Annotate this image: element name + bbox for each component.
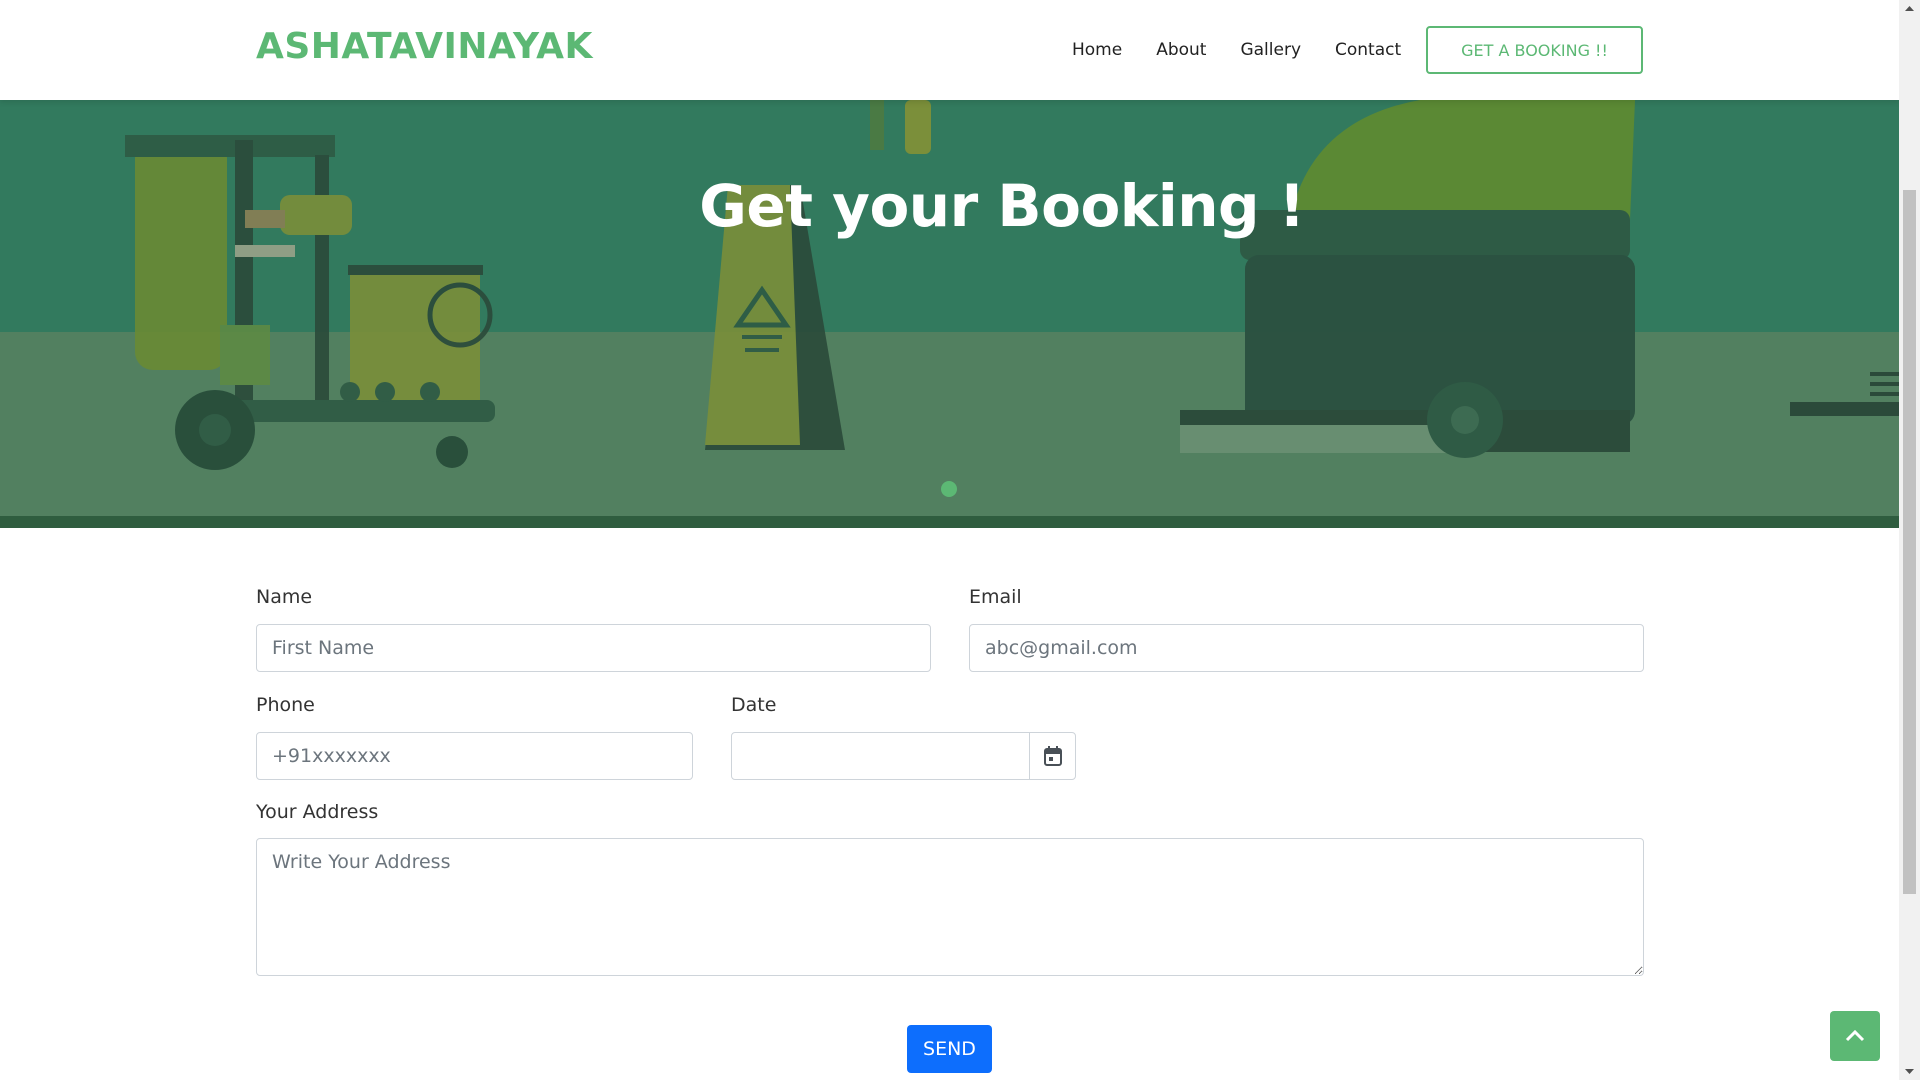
scroll-down-arrow[interactable] [1899,1063,1920,1080]
booking-form: Name Email Phone Date Your Address SEND [0,528,1899,1080]
date-input[interactable] [731,732,1076,780]
name-input[interactable] [256,624,931,672]
nav-contact[interactable]: Contact [1335,40,1401,60]
nav-home[interactable]: Home [1072,40,1122,60]
main-nav: Home About Gallery Contact [1072,0,1435,100]
hero-illustration [125,100,1899,470]
email-label: Email [969,586,1022,608]
name-label: Name [256,586,313,608]
nav-gallery[interactable]: Gallery [1240,40,1301,60]
brand-logo[interactable]: ASHATAVINAYAK [256,26,593,67]
get-booking-button[interactable]: GET A BOOKING !! [1426,26,1643,74]
site-header: ASHATAVINAYAK Home About Gallery Contact… [0,0,1899,100]
scroll-up-arrow[interactable] [1899,0,1920,17]
phone-label: Phone [256,694,315,716]
page-scrollbar[interactable] [1899,0,1920,1080]
email-input[interactable] [969,624,1644,672]
address-label: Your Address [256,801,379,823]
hero-banner: Get your Booking ! [0,100,1899,528]
back-to-top-button[interactable] [1830,1011,1880,1061]
calendar-icon[interactable] [1029,733,1075,779]
phone-input[interactable] [256,732,693,780]
nav-about[interactable]: About [1156,40,1206,60]
hero-title: Get your Booking ! [699,172,1305,240]
date-label: Date [731,694,777,716]
send-button[interactable]: SEND [907,1025,992,1073]
scrollbar-thumb[interactable] [1903,190,1916,894]
carousel-indicator[interactable] [941,481,957,497]
chevron-up-icon [1845,1029,1865,1042]
address-textarea[interactable] [256,838,1644,976]
